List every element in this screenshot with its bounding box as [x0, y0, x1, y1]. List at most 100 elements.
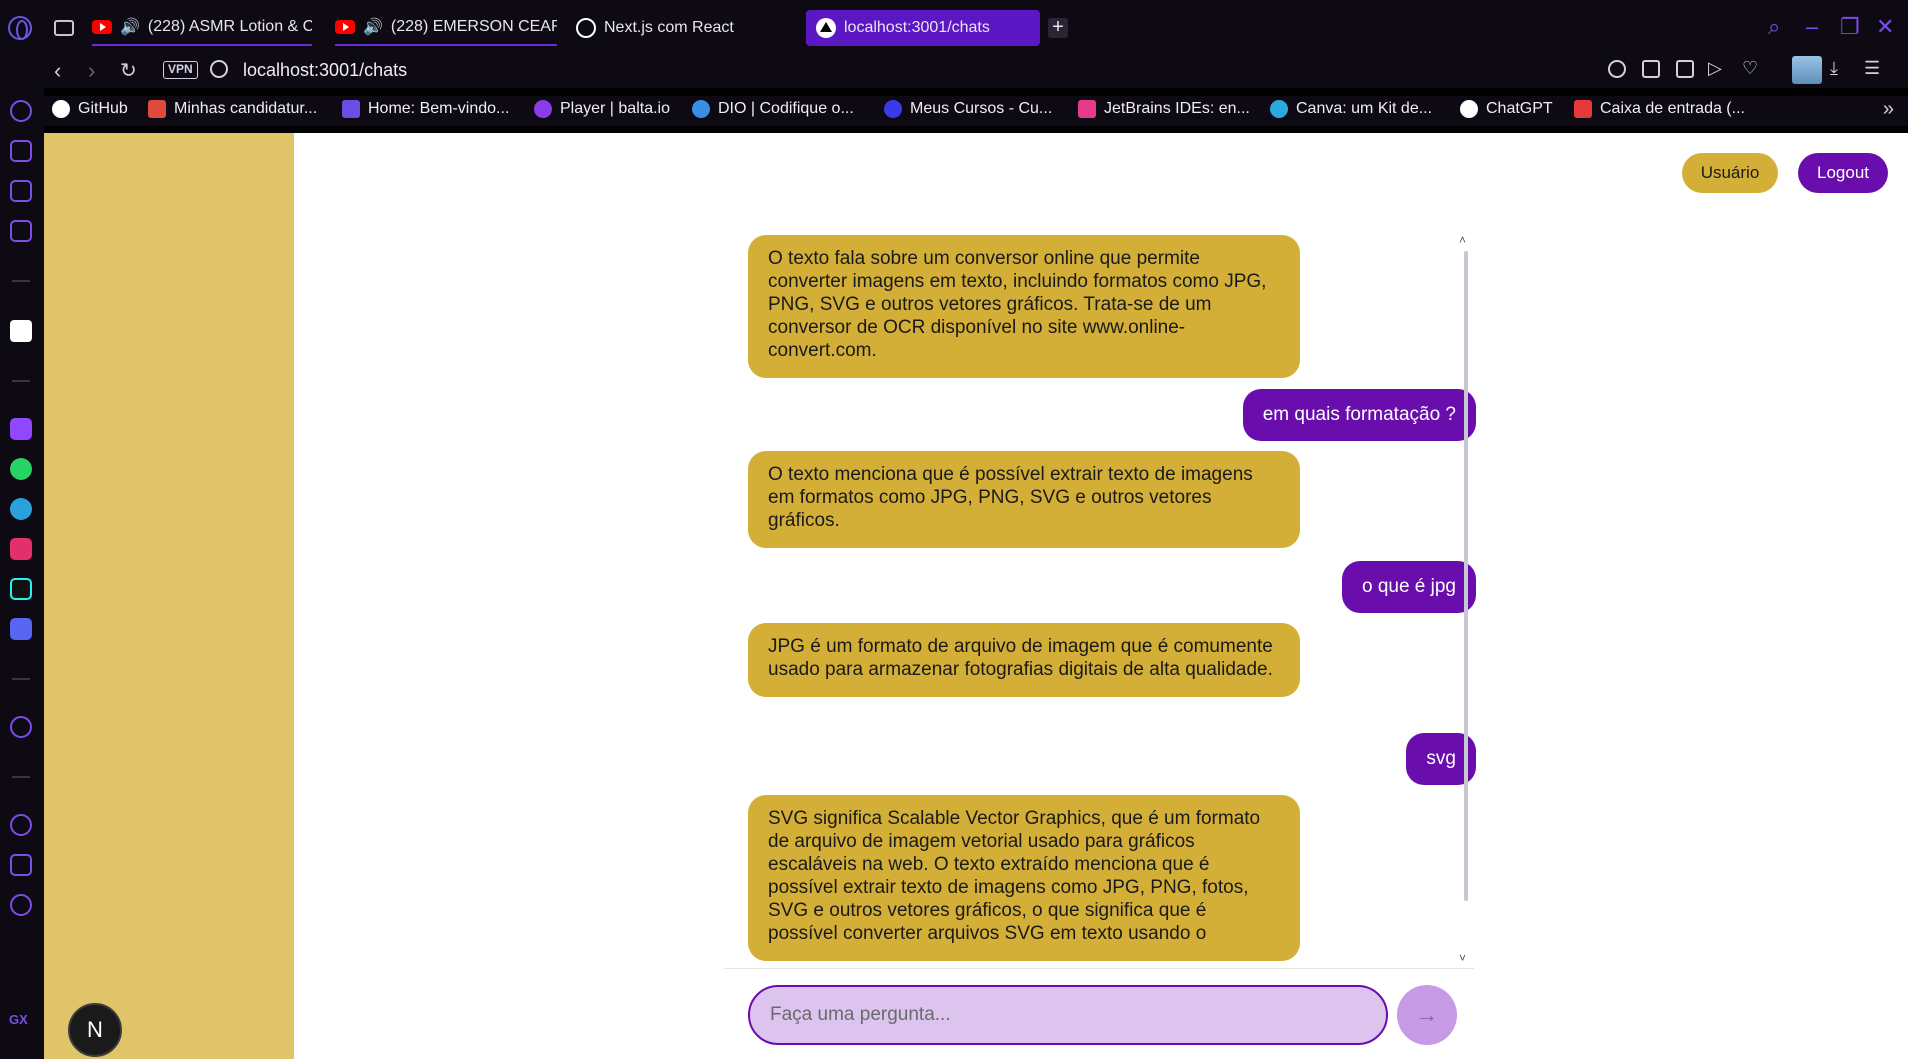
search-icon[interactable]: ⌕: [1768, 14, 1780, 40]
address-bar[interactable]: localhost:3001/chats: [243, 60, 407, 81]
bookmark-label: ChatGPT: [1486, 100, 1553, 117]
minimize-icon[interactable]: –: [1806, 14, 1818, 40]
bookmark-candidaturas[interactable]: Minhas candidatur...: [148, 100, 317, 118]
youtube-icon: [92, 20, 112, 34]
twitch-icon[interactable]: [10, 418, 32, 440]
restore-icon[interactable]: ❐: [1840, 14, 1860, 40]
profile-avatar[interactable]: [1792, 56, 1822, 84]
user-button[interactable]: Usuário: [1682, 153, 1778, 193]
snapshot-icon[interactable]: [1642, 60, 1660, 78]
user-message: o que é jpg: [1341, 561, 1476, 613]
logout-button[interactable]: Logout: [1798, 153, 1888, 193]
bookmarks-bar: GitHub Minhas candidatur... Home: Bem-vi…: [44, 96, 1908, 126]
youtube-icon: [335, 20, 355, 34]
bookmark-label: JetBrains IDEs: en...: [1104, 100, 1250, 117]
speaker-icon[interactable]: 🔊: [363, 17, 383, 37]
messenger-icon[interactable]: [10, 220, 32, 242]
sidebar-divider: [12, 678, 30, 680]
globe-icon: [576, 18, 596, 38]
dio-icon: [692, 100, 710, 118]
whatsapp-icon[interactable]: [10, 458, 32, 480]
play-icon: [884, 100, 902, 118]
telegram-icon[interactable]: [10, 498, 32, 520]
chat-messages[interactable]: O texto fala sobre um conversor online q…: [724, 235, 1504, 965]
tab-island-icon[interactable]: [54, 20, 74, 36]
tiktok-icon[interactable]: [10, 578, 32, 600]
opera-logo-icon[interactable]: [8, 16, 32, 40]
arrow-right-icon: →: [1416, 1002, 1438, 1027]
bot-message: JPG é um formato de arquivo de imagem qu…: [748, 623, 1300, 697]
bookmark-label: Minhas candidatur...: [174, 100, 318, 117]
gx-control-icon[interactable]: [10, 140, 32, 162]
bookmark-gmail[interactable]: Caixa de entrada (...: [1574, 100, 1745, 118]
tab-localhost-active[interactable]: localhost:3001/chats: [806, 10, 1040, 46]
sidebar-divider: [12, 776, 30, 778]
screen: 🔊 (228) ASMR Lotion & C 🔊 (228) EMERSON …: [0, 0, 1908, 1059]
bookmark-jetbrains[interactable]: JetBrains IDEs: en...: [1078, 100, 1250, 118]
bookmark-label: Canva: um Kit de...: [1296, 100, 1433, 117]
sidebar-divider: [12, 280, 30, 282]
new-tab-button[interactable]: +: [1048, 17, 1068, 38]
vpn-badge[interactable]: VPN: [163, 61, 198, 79]
speaker-icon[interactable]: 🔊: [120, 17, 140, 37]
sidebar-divider: [12, 380, 30, 382]
bookmark-canva[interactable]: Canva: um Kit de...: [1270, 100, 1432, 118]
site-info-icon[interactable]: [210, 60, 228, 78]
bookmark-github[interactable]: GitHub: [52, 100, 128, 118]
forward-icon[interactable]: ›: [88, 58, 95, 84]
settings-icon[interactable]: [10, 894, 32, 916]
player-icon[interactable]: [10, 716, 32, 738]
gmail-icon: [1574, 100, 1592, 118]
bookmark-label: GitHub: [78, 100, 128, 117]
calendar-icon: [148, 100, 166, 118]
browser-sidebar: [0, 88, 44, 1059]
bookmark-label: Player | balta.io: [560, 100, 670, 117]
chatgpt-icon: [1460, 100, 1478, 118]
pin-icon[interactable]: [1608, 60, 1626, 78]
history-icon[interactable]: [10, 814, 32, 836]
jetbrains-icon: [1078, 100, 1096, 118]
menu-icon[interactable]: ☰: [1864, 58, 1880, 79]
tab-label: localhost:3001/chats: [844, 19, 990, 36]
tab-emerson[interactable]: 🔊 (228) EMERSON CEAR: [335, 10, 557, 46]
bookmark-label: Meus Cursos - Cu...: [910, 100, 1053, 117]
bookmark-home[interactable]: Home: Bem-vindo...: [342, 100, 509, 118]
back-icon[interactable]: ‹: [54, 58, 61, 84]
bookmark-chatgpt[interactable]: ChatGPT: [1460, 100, 1553, 118]
tab-nextjs[interactable]: Next.js com React: [576, 10, 786, 46]
bookmark-balta[interactable]: Player | balta.io: [534, 100, 670, 118]
reload-icon[interactable]: ↻: [120, 58, 137, 83]
user-avatar[interactable]: N: [68, 1003, 122, 1057]
canva-icon: [1270, 100, 1288, 118]
bookmark-label: Home: Bem-vindo...: [368, 100, 510, 117]
extensions-icon[interactable]: [10, 854, 32, 876]
discord-icon[interactable]: [10, 618, 32, 640]
tab-asmr[interactable]: 🔊 (228) ASMR Lotion & C: [92, 10, 312, 46]
aria-icon[interactable]: [10, 100, 32, 122]
send-button[interactable]: →: [1397, 985, 1457, 1045]
more-bookmarks-icon[interactable]: »: [1883, 98, 1894, 121]
instagram-icon[interactable]: [10, 538, 32, 560]
app-sidebar: N: [44, 133, 294, 1059]
bot-message: SVG significa Scalable Vector Graphics, …: [748, 795, 1300, 961]
chat-scrollbar[interactable]: [1464, 251, 1468, 901]
browser-navbar: ‹ › ↻ VPN localhost:3001/chats ▷ ♡ ⤓ ☰: [0, 56, 1908, 88]
player-icon[interactable]: ▷: [1708, 58, 1722, 79]
balta-icon: [534, 100, 552, 118]
bot-message: O texto fala sobre um conversor online q…: [748, 235, 1300, 378]
question-input[interactable]: [750, 987, 1386, 1043]
heart-icon[interactable]: ♡: [1742, 58, 1758, 79]
close-icon[interactable]: ✕: [1876, 14, 1894, 40]
scroll-down-icon[interactable]: ˅: [1459, 951, 1466, 965]
gx-label[interactable]: GX: [9, 1012, 28, 1027]
question-input-wrapper[interactable]: [748, 985, 1388, 1045]
nextjs-sidebar-icon[interactable]: [10, 320, 32, 342]
download-icon[interactable]: ⤓: [1830, 58, 1838, 79]
bot-message: O texto menciona que é possível extrair …: [748, 451, 1300, 548]
bookmark-dio[interactable]: DIO | Codifique o...: [692, 100, 854, 118]
user-message: em quais formatação ?: [1242, 389, 1476, 441]
adblock-icon[interactable]: [1676, 60, 1694, 78]
bookmark-cursos[interactable]: Meus Cursos - Cu...: [884, 100, 1052, 118]
gx-corner-icon[interactable]: [10, 180, 32, 202]
scroll-up-icon[interactable]: ˄: [1459, 233, 1466, 247]
